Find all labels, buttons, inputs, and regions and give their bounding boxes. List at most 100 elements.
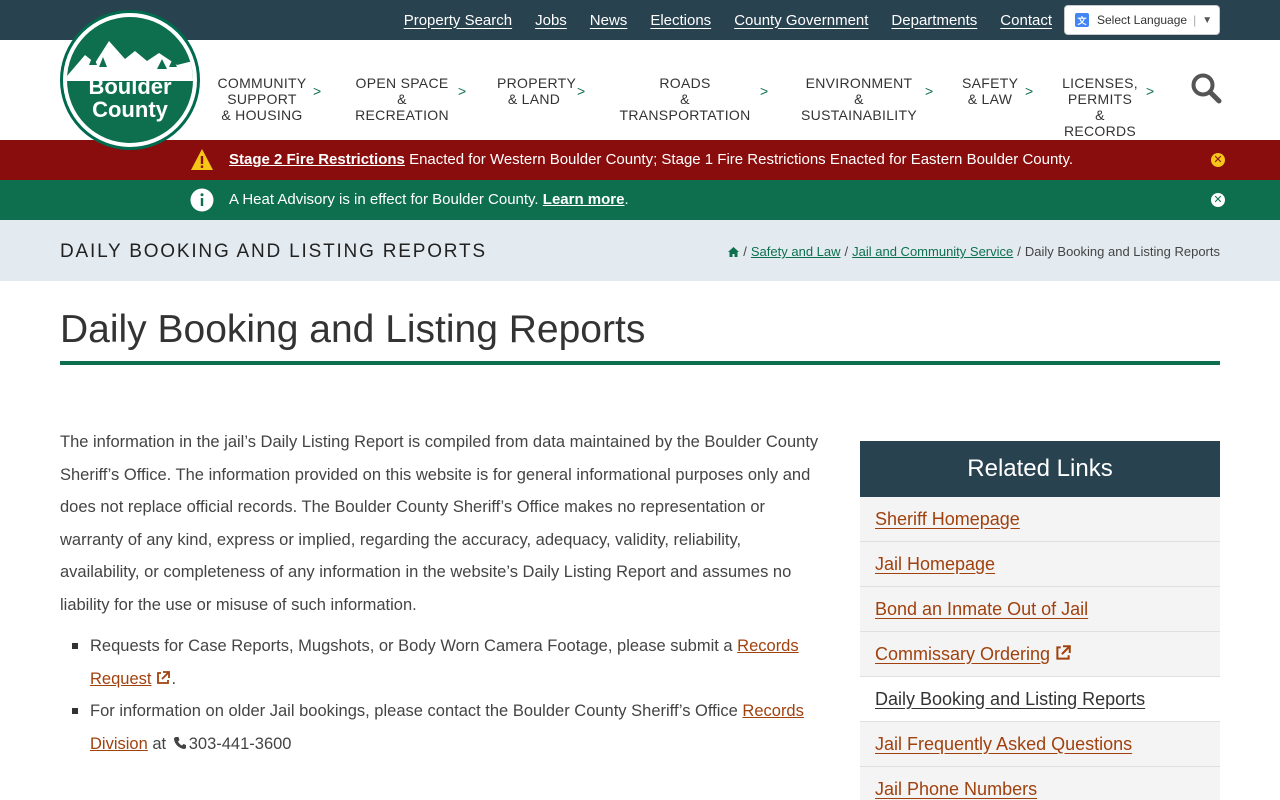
sidebar-item-jail-faq: Jail Frequently Asked Questions <box>860 722 1220 767</box>
nav-roads-transportation[interactable]: ROADS & TRANSPORTATION > <box>614 75 769 123</box>
nav-label-line: SUPPORT <box>227 91 297 107</box>
logo-line-2: County <box>92 97 168 122</box>
external-link-icon <box>1056 644 1071 660</box>
nav-safety-law[interactable]: SAFETY & LAW > <box>962 75 1033 107</box>
sidebar-item-jail-phone-numbers: Jail Phone Numbers <box>860 767 1220 800</box>
page-header-band: DAILY BOOKING AND LISTING REPORTS / Safe… <box>0 220 1280 281</box>
nav-label-line: SAFETY <box>962 75 1019 91</box>
language-select-label: Select Language <box>1097 13 1188 27</box>
nav-environment-sustainability[interactable]: ENVIRONMENT & SUSTAINABILITY > <box>797 75 933 123</box>
logo-wordmark: Boulder County <box>67 75 193 121</box>
nav-label-line: COMMUNITY <box>217 75 307 91</box>
list-item-text: For information on older Jail bookings, … <box>90 702 743 720</box>
fire-alert-message: Stage 2 Fire Restrictions Enacted for We… <box>229 151 1073 168</box>
heat-advisory-alert: A Heat Advisory is in effect for Boulder… <box>0 180 1280 220</box>
nav-label-line: & LAND <box>507 91 561 107</box>
nav-label-line: PROPERTY <box>497 75 577 91</box>
sidebar-link[interactable]: Jail Phone Numbers <box>875 779 1037 800</box>
chevron-right-icon: > <box>313 83 322 99</box>
nav-label-line: & LAW <box>967 91 1013 107</box>
fire-restrictions-alert: Stage 2 Fire Restrictions Enacted for We… <box>0 140 1280 180</box>
related-links-sidebar: Related Links Sheriff Homepage Jail Home… <box>860 441 1220 800</box>
nav-label-line: LICENSES, <box>1062 75 1138 91</box>
nav-label-line: PERMITS <box>1067 91 1133 107</box>
sidebar-item-bond-inmate: Bond an Inmate Out of Jail <box>860 587 1220 632</box>
boulder-county-logo[interactable]: Boulder County <box>60 10 200 150</box>
section-title: DAILY BOOKING AND LISTING REPORTS <box>60 241 487 262</box>
page-title: Daily Booking and Listing Reports <box>60 308 646 351</box>
breadcrumb-current: Daily Booking and Listing Reports <box>1024 244 1220 259</box>
google-translate-icon: 文 <box>1075 13 1089 27</box>
list-item: Requests for Case Reports, Mugshots, or … <box>60 630 820 695</box>
heat-alert-text: A Heat Advisory is in effect for Boulder… <box>229 191 543 208</box>
breadcrumb-separator: / <box>743 244 747 259</box>
sidebar-link[interactable]: Jail Homepage <box>875 554 995 575</box>
fire-restrictions-link[interactable]: Stage 2 Fire Restrictions <box>229 151 405 168</box>
breadcrumb-jail-community-service[interactable]: Jail and Community Service <box>852 244 1013 259</box>
chevron-right-icon: > <box>577 83 586 99</box>
sidebar-item-commissary-ordering: Commissary Ordering <box>860 632 1220 677</box>
sidebar-item-daily-booking-current: Daily Booking and Listing Reports <box>860 677 1220 722</box>
chevron-right-icon: > <box>925 83 934 99</box>
phone-icon <box>173 736 186 749</box>
chevron-right-icon: > <box>458 83 467 99</box>
utility-nav: Property Search Jobs News Elections Coun… <box>404 0 1052 40</box>
info-list: Requests for Case Reports, Mugshots, or … <box>60 630 820 760</box>
sidebar-link[interactable]: Jail Frequently Asked Questions <box>875 734 1132 755</box>
title-divider <box>60 361 1220 365</box>
chevron-right-icon: > <box>1146 83 1155 99</box>
fire-alert-text: Enacted for Western Boulder County; Stag… <box>404 151 1074 168</box>
home-icon[interactable] <box>728 246 740 257</box>
logo-emblem: Boulder County <box>67 17 193 143</box>
nav-label-line: & TRANSPORTATION <box>619 91 751 123</box>
list-item-text: Requests for Case Reports, Mugshots, or … <box>90 637 738 655</box>
warning-icon <box>191 149 213 170</box>
learn-more-link[interactable]: Learn more <box>543 191 625 208</box>
nav-label-line: ROADS <box>659 75 711 91</box>
nav-community-support-housing[interactable]: COMMUNITY SUPPORT & HOUSING > <box>217 75 321 123</box>
sidebar-link-current[interactable]: Daily Booking and Listing Reports <box>875 689 1145 710</box>
top-link-jobs[interactable]: Jobs <box>535 12 567 29</box>
sidebar-link[interactable]: Commissary Ordering <box>875 644 1072 665</box>
nav-property-land[interactable]: PROPERTY & LAND > <box>497 75 585 107</box>
close-icon[interactable]: ✕ <box>1211 153 1225 167</box>
nav-label-line: & SUSTAINABILITY <box>801 91 917 123</box>
list-item-tail: . <box>171 669 177 688</box>
phone-number: 303-441-3600 <box>188 734 292 753</box>
language-select[interactable]: 文 Select Language | ▼ <box>1064 5 1220 35</box>
breadcrumb: / Safety and Law / Jail and Community Se… <box>728 244 1220 259</box>
sidebar-link[interactable]: Bond an Inmate Out of Jail <box>875 599 1088 620</box>
breadcrumb-separator: / <box>844 244 849 259</box>
nav-label-line: & RECORDS <box>1063 107 1137 139</box>
info-icon <box>190 188 214 212</box>
top-link-departments[interactable]: Departments <box>891 12 977 29</box>
sidebar-item-sheriff-homepage: Sheriff Homepage <box>860 497 1220 542</box>
nav-label-line: ENVIRONMENT <box>805 75 913 91</box>
search-icon[interactable] <box>1190 72 1222 104</box>
top-link-contact[interactable]: Contact <box>1000 12 1052 29</box>
top-link-property-search[interactable]: Property Search <box>404 12 512 29</box>
top-link-county-government[interactable]: County Government <box>734 12 868 29</box>
close-icon[interactable]: ✕ <box>1211 193 1225 207</box>
heat-alert-tail: . <box>624 191 629 208</box>
intro-paragraph: The information in the jail’s Daily List… <box>60 433 819 614</box>
top-link-news[interactable]: News <box>590 12 628 29</box>
top-link-elections[interactable]: Elections <box>650 12 711 29</box>
breadcrumb-separator: / <box>1017 244 1021 259</box>
nav-licenses-permits-records[interactable]: LICENSES, PERMITS & RECORDS > <box>1060 75 1154 139</box>
nav-label-line: & HOUSING <box>221 107 303 123</box>
list-item: For information on older Jail bookings, … <box>60 695 820 760</box>
heat-alert-message: A Heat Advisory is in effect for Boulder… <box>229 191 629 208</box>
nav-open-space-recreation[interactable]: OPEN SPACE & RECREATION > <box>351 75 466 123</box>
breadcrumb-safety-and-law[interactable]: Safety and Law <box>751 244 841 259</box>
language-divider: | <box>1193 13 1197 27</box>
chevron-right-icon: > <box>760 83 769 99</box>
logo-line-1: Boulder <box>88 74 172 99</box>
nav-label-line: OPEN SPACE <box>355 75 449 91</box>
external-link-icon <box>157 670 171 684</box>
sidebar-link[interactable]: Sheriff Homepage <box>875 509 1020 530</box>
sidebar-item-jail-homepage: Jail Homepage <box>860 542 1220 587</box>
chevron-right-icon: > <box>1025 83 1034 99</box>
chevron-down-icon: ▼ <box>1202 14 1213 26</box>
related-links-title: Related Links <box>860 441 1220 497</box>
